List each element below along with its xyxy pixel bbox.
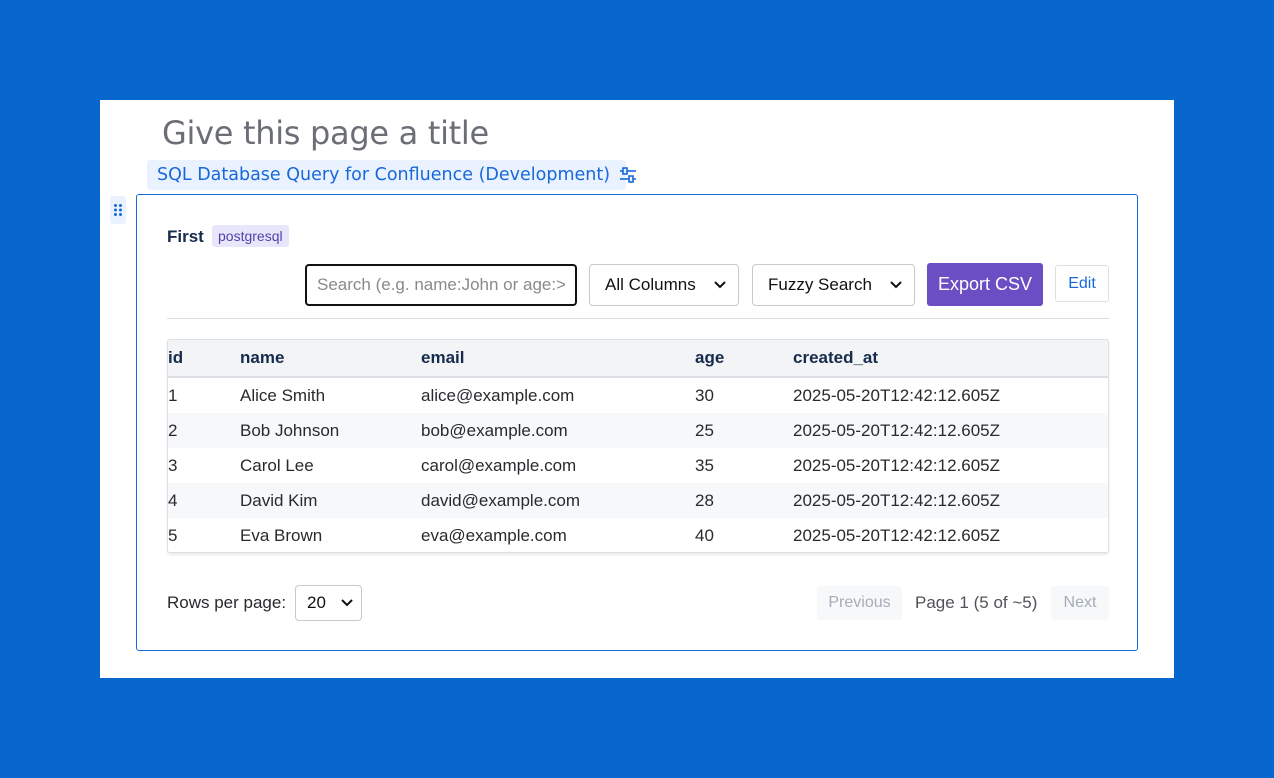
table-cell: 4 xyxy=(168,490,178,510)
confluence-page: Give this page a title SQL Database Quer… xyxy=(100,100,1174,678)
table-cell: David Kim xyxy=(240,490,318,510)
table-cell: Alice Smith xyxy=(240,385,326,405)
column-header[interactable]: email xyxy=(421,340,695,377)
chevron-down-icon xyxy=(341,599,353,607)
page-info: Page 1 (5 of ~5) xyxy=(915,593,1038,612)
column-header[interactable]: name xyxy=(240,340,421,377)
table-cell: Carol Lee xyxy=(240,455,314,475)
column-header[interactable]: id xyxy=(168,340,240,377)
table-cell: carol@example.com xyxy=(421,455,577,475)
chevron-down-icon xyxy=(890,281,902,289)
macro-label: SQL Database Query for Confluence (Devel… xyxy=(157,165,611,185)
rows-per-page-select[interactable]: 20 xyxy=(295,585,362,621)
search-mode-select[interactable]: Fuzzy Search xyxy=(752,264,915,306)
table-cell: Eva Brown xyxy=(240,525,323,545)
table-row: 1 Alice Smith alice@example.com 30 2025-… xyxy=(168,377,1108,413)
sliders-icon[interactable] xyxy=(618,165,638,185)
table-cell: 2025-05-20T12:42:12.605Z xyxy=(793,420,1000,440)
sql-macro-frame: First postgresql All Columns Fuzzy Searc… xyxy=(136,194,1138,651)
table-cell: 28 xyxy=(695,490,714,510)
table-cell: 2025-05-20T12:42:12.605Z xyxy=(793,525,1000,545)
rows-per-page-label: Rows per page: xyxy=(167,593,287,612)
table-cell: 3 xyxy=(168,455,178,475)
column-filter-value: All Columns xyxy=(605,275,696,294)
table-row: 5 Eva Brown eva@example.com 40 2025-05-2… xyxy=(168,518,1108,552)
next-page-button[interactable]: Next xyxy=(1051,586,1109,620)
search-input[interactable] xyxy=(305,264,577,306)
toolbar-divider xyxy=(167,318,1109,319)
rows-per-page-value: 20 xyxy=(307,593,326,612)
db-type-badge: postgresql xyxy=(212,225,289,247)
macro-label-chip[interactable]: SQL Database Query for Confluence (Devel… xyxy=(147,160,637,190)
results-table: id name email age created_at 1 Alice Smi… xyxy=(167,339,1109,553)
page-title-placeholder[interactable]: Give this page a title xyxy=(162,114,489,152)
table-cell: bob@example.com xyxy=(421,420,568,440)
chevron-down-icon xyxy=(714,281,726,289)
table-cell: david@example.com xyxy=(421,490,580,510)
table-cell: 2025-05-20T12:42:12.605Z xyxy=(793,490,1000,510)
column-filter-select[interactable]: All Columns xyxy=(589,264,739,306)
connection-name: First xyxy=(167,227,204,246)
table-cell: 40 xyxy=(695,525,714,545)
export-csv-button[interactable]: Export CSV xyxy=(927,263,1043,306)
table-row: 3 Carol Lee carol@example.com 35 2025-05… xyxy=(168,448,1108,483)
table-cell: 1 xyxy=(168,385,178,405)
table-row: 4 David Kim david@example.com 28 2025-05… xyxy=(168,483,1108,518)
edit-button[interactable]: Edit xyxy=(1055,265,1109,302)
drag-handle-icon[interactable] xyxy=(110,196,126,224)
table-row: 2 Bob Johnson bob@example.com 25 2025-05… xyxy=(168,413,1108,448)
column-header[interactable]: created_at xyxy=(793,340,1108,377)
table-cell: 25 xyxy=(695,420,714,440)
search-mode-value: Fuzzy Search xyxy=(768,275,872,294)
table-cell: alice@example.com xyxy=(421,385,575,405)
table-cell: 2 xyxy=(168,420,178,440)
previous-page-button[interactable]: Previous xyxy=(817,586,902,620)
table-cell: 5 xyxy=(168,525,178,545)
table-cell: 2025-05-20T12:42:12.605Z xyxy=(793,385,1000,405)
table-cell: 2025-05-20T12:42:12.605Z xyxy=(793,455,1000,475)
table-cell: Bob Johnson xyxy=(240,420,340,440)
table-cell: eva@example.com xyxy=(421,525,567,545)
table-cell: 30 xyxy=(695,385,714,405)
table-cell: 35 xyxy=(695,455,714,475)
column-header[interactable]: age xyxy=(695,340,793,377)
table-header-row: id name email age created_at xyxy=(168,340,1108,377)
